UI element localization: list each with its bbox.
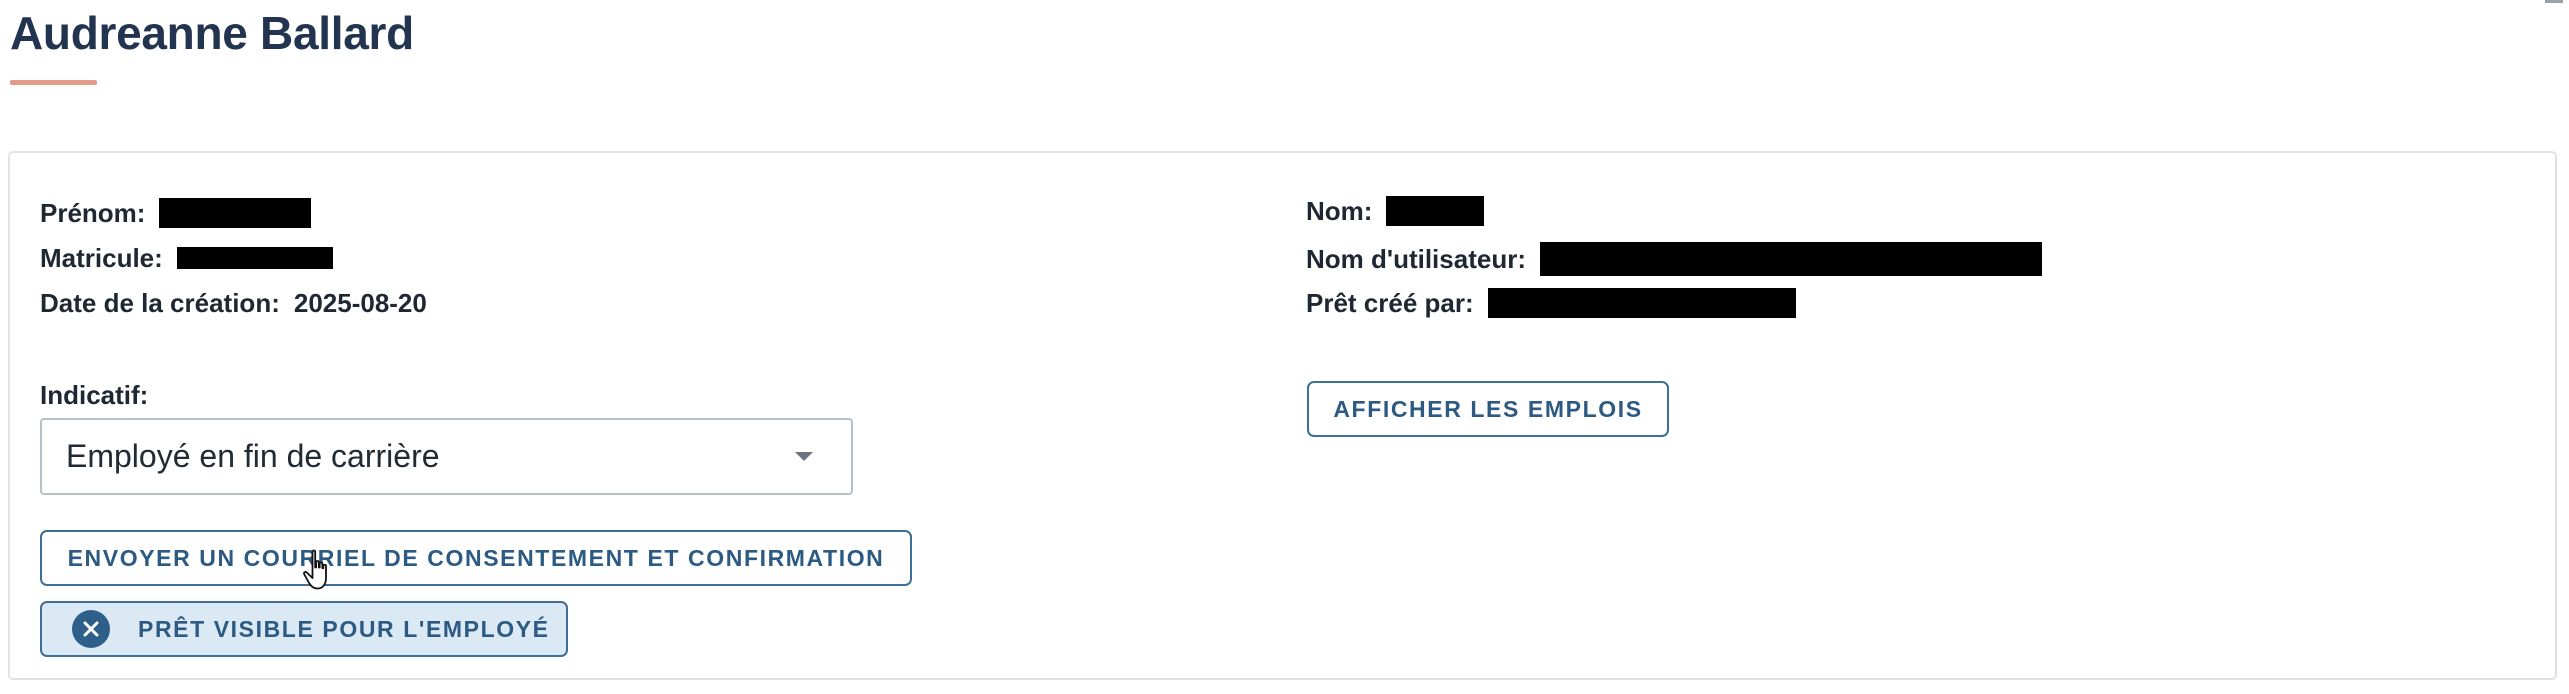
- title-underline: [10, 80, 97, 85]
- indicatif-label: Indicatif:: [40, 380, 149, 410]
- indicatif-select[interactable]: Employé en fin de carrière: [40, 418, 853, 495]
- nom-label: Nom:: [1306, 195, 1373, 226]
- page: Audreanne Ballard Prénom: Matricule: Dat…: [0, 0, 2569, 694]
- caret-down-icon: [795, 452, 813, 461]
- window-minimize-mark: [2545, 0, 2563, 3]
- field-date-creation: Date de la création: 2025-08-20: [40, 286, 427, 320]
- created-by-redacted-value: [1487, 288, 1796, 318]
- close-x-glyph: [83, 621, 99, 637]
- matricule-label: Matricule:: [40, 242, 163, 273]
- loan-visible-label: PRÊT VISIBLE POUR L'EMPLOYÉ: [138, 615, 550, 642]
- prenom-redacted-value: [159, 198, 312, 228]
- nom-redacted-value: [1386, 196, 1485, 226]
- field-prenom: Prénom:: [40, 196, 312, 230]
- show-jobs-button[interactable]: AFFICHER LES EMPLOIS: [1307, 381, 1669, 437]
- matricule-redacted-value: [176, 247, 333, 269]
- show-jobs-label: AFFICHER LES EMPLOIS: [1333, 395, 1643, 422]
- field-nom: Nom:: [1306, 194, 1485, 228]
- page-title: Audreanne Ballard: [10, 7, 414, 59]
- field-matricule: Matricule:: [40, 241, 333, 275]
- username-redacted-value: [1539, 242, 2042, 276]
- date-creation-value: 2025-08-20: [293, 287, 427, 318]
- send-consent-email-label: ENVOYER UN COURRIEL DE CONSENTEMENT ET C…: [67, 544, 885, 571]
- prenom-label: Prénom:: [40, 197, 146, 228]
- username-label: Nom d'utilisateur:: [1306, 243, 1526, 274]
- close-circle-icon[interactable]: [72, 610, 110, 648]
- field-username: Nom d'utilisateur:: [1306, 242, 2042, 276]
- indicatif-selected-value: Employé en fin de carrière: [66, 438, 440, 474]
- date-creation-label: Date de la création:: [40, 287, 280, 318]
- field-created-by: Prêt créé par:: [1306, 286, 1796, 320]
- send-consent-email-button[interactable]: ENVOYER UN COURRIEL DE CONSENTEMENT ET C…: [40, 530, 912, 586]
- loan-visible-toggle-chip[interactable]: PRÊT VISIBLE POUR L'EMPLOYÉ: [40, 601, 568, 657]
- created-by-label: Prêt créé par:: [1306, 287, 1474, 318]
